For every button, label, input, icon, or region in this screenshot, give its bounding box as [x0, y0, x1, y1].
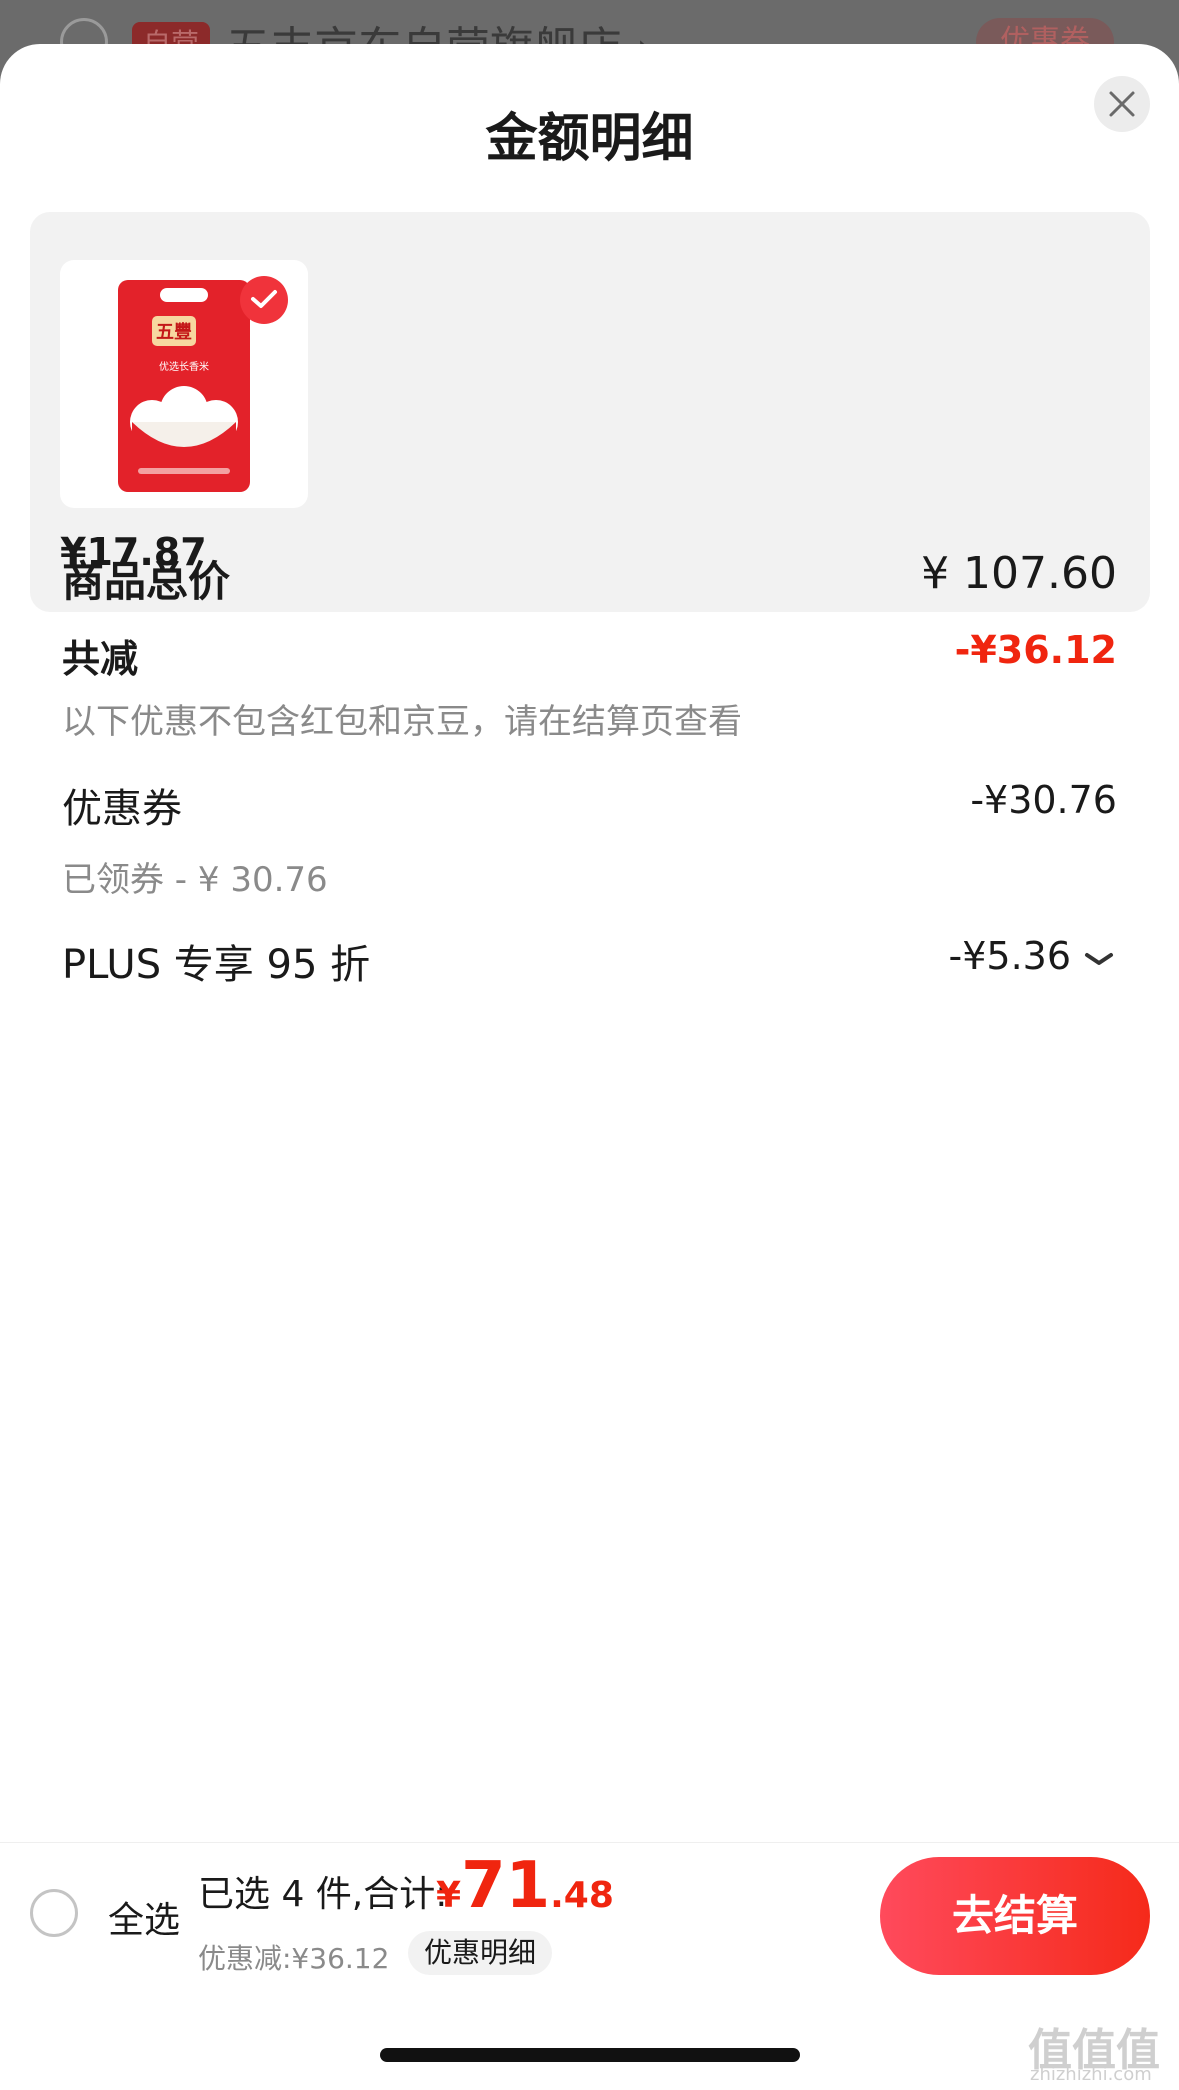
product-thumbnail[interactable]: 五豐 优选长香米 [60, 260, 308, 508]
amount-detail-sheet: 金额明细 五豐 优选长香米 ¥17.87 商品总价 ¥ 107.60 共减 -¥… [0, 44, 1179, 2090]
discount-detail-button[interactable]: 优惠明细 [408, 1931, 553, 1975]
total-price-value: ¥ 107.60 [921, 548, 1117, 599]
rice-bag-image: 五豐 优选长香米 [118, 280, 250, 492]
svg-text:五豐: 五豐 [156, 321, 192, 343]
discount-summary: 优惠减:¥36.12 [198, 1942, 390, 1975]
select-all-label[interactable]: 全选 [108, 1891, 180, 1943]
total-price-label: 商品总价 [62, 557, 231, 606]
coupon-note: 已领券 - ¥ 30.76 [62, 860, 328, 900]
close-button[interactable] [1094, 76, 1150, 132]
home-indicator[interactable] [380, 2048, 800, 2062]
close-icon [1109, 91, 1135, 117]
site-watermark-url: zhizhizhi.com [1030, 2064, 1152, 2085]
total-price: ¥71.48 [436, 1849, 614, 1923]
coupon-label: 优惠券 [62, 786, 182, 832]
coupon-value: -¥30.76 [970, 778, 1117, 822]
sheet-title: 金额明细 [485, 109, 694, 169]
checkout-button[interactable]: 去结算 [880, 1857, 1150, 1975]
price-currency: ¥ [436, 1875, 462, 1916]
plus-discount-label: PLUS 专享 95 折 [62, 942, 371, 988]
chevron-down-icon [1085, 952, 1113, 965]
selected-check-icon [240, 276, 288, 324]
select-all-radio[interactable] [30, 1889, 78, 1937]
cart-footer: 全选 已选 4 件,合计: ¥71.48 优惠减:¥36.12 优惠明细 去结算 [0, 1842, 1179, 1980]
svg-text:优选长香米: 优选长香米 [159, 360, 209, 373]
plus-discount-value: -¥5.36 [948, 934, 1072, 978]
price-integer: 71 [461, 1849, 551, 1923]
selected-count-text: 已选 4 件,合计: [198, 1874, 448, 1915]
price-decimal: .48 [550, 1875, 614, 1916]
plus-discount-row-toggle[interactable]: -¥5.36 [949, 934, 1118, 978]
reduction-note: 以下优惠不包含红包和京豆，请在结算页查看 [62, 702, 742, 742]
total-reduction-label: 共减 [62, 637, 139, 681]
total-reduction-value: -¥36.12 [954, 628, 1117, 672]
